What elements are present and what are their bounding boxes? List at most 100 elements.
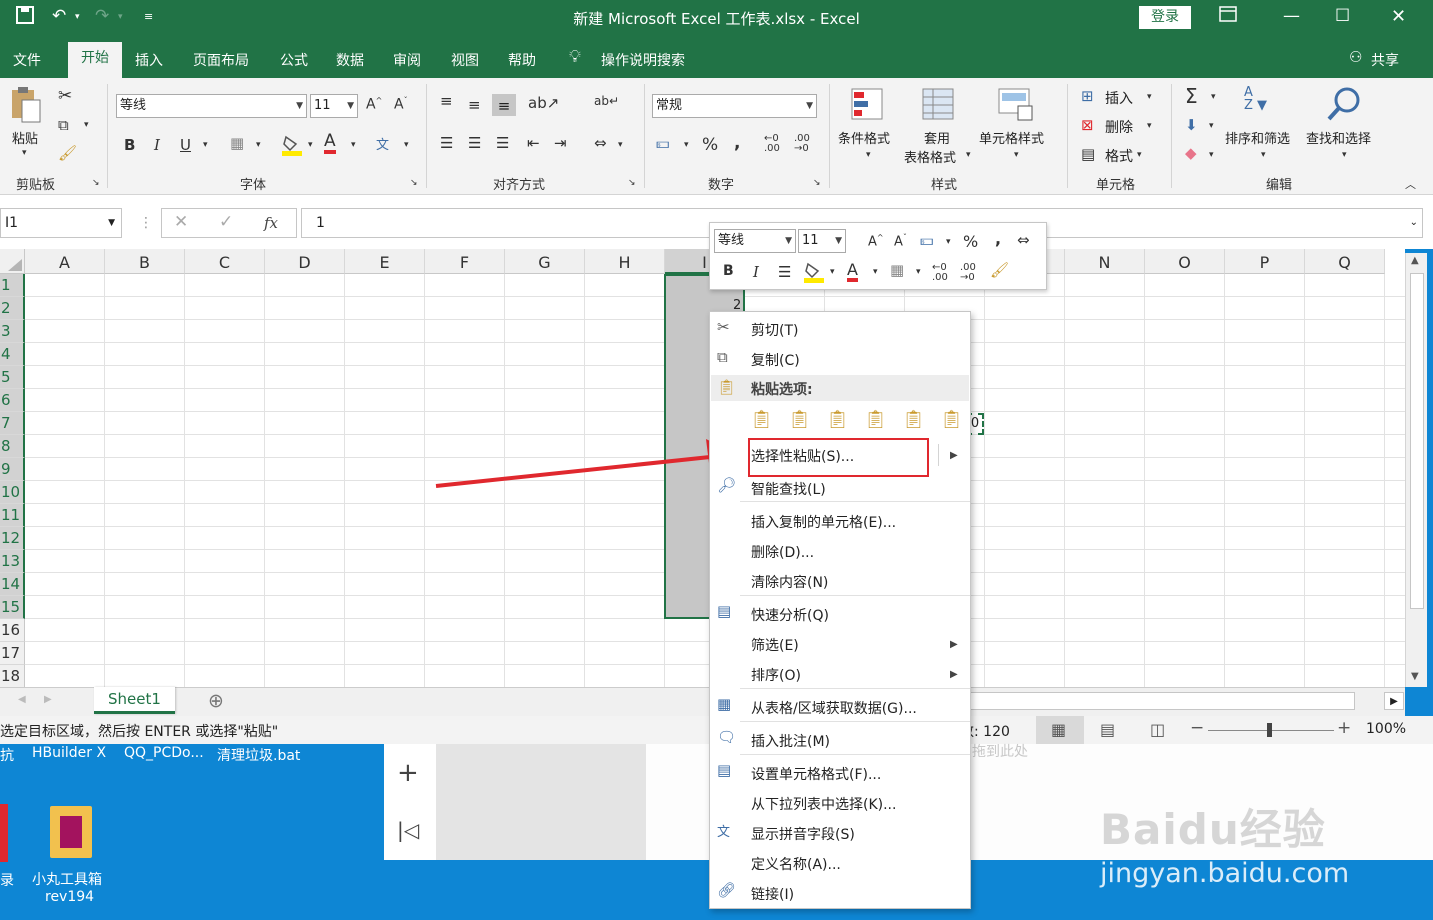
next-sheet-icon[interactable]: ▶ [44,694,52,705]
paste-values-icon[interactable]: 📋︎ [788,409,811,430]
tell-me-search[interactable]: 操作说明搜索 [601,50,685,70]
align-bottom-icon[interactable]: ≡ [492,94,516,116]
collapse-ribbon-icon[interactable]: ︿ [1405,176,1416,192]
merge-dropdown-icon[interactable]: ▾ [618,140,623,150]
percent-button[interactable]: % [702,135,718,155]
menu-item-link[interactable]: 链接(I) [751,884,794,904]
conditional-format-button[interactable]: 条件格式 [838,128,890,147]
tab-page-layout[interactable]: 页面布局 [193,50,249,70]
mini-format-painter-icon[interactable]: 🖌︎ [990,261,1009,279]
sort-filter-button[interactable]: 排序和筛选 [1225,128,1290,147]
scroll-up-icon[interactable]: ▲ [1411,255,1419,266]
comma-button[interactable]: , [734,133,740,153]
horizontal-scrollbar[interactable] [970,692,1355,710]
mini-border-dropdown-icon[interactable]: ▾ [916,267,921,277]
menu-item-sort[interactable]: 排序(O) [751,665,801,685]
zoom-level[interactable]: 100% [1366,721,1406,737]
sort-filter-dropdown-icon[interactable]: ▾ [1261,150,1266,160]
insert-dropdown-icon[interactable]: ▾ [1147,92,1152,102]
col-header-f[interactable]: F [425,249,505,274]
maximize-icon[interactable]: ☐ [1335,6,1350,26]
mini-shrink-font-icon[interactable]: Aˇ [894,233,907,249]
wrap-text-icon[interactable]: ab↵ [594,94,619,108]
mini-accounting-dropdown-icon[interactable]: ▾ [946,237,951,247]
font-name-combo[interactable]: 等线 ▼ [116,94,307,118]
col-header-d[interactable]: D [265,249,345,274]
cell-styles-icon[interactable] [998,88,1034,126]
col-header-g[interactable]: G [505,249,585,274]
tab-formulas[interactable]: 公式 [280,50,308,70]
find-select-dropdown-icon[interactable]: ▾ [1342,150,1347,160]
format-as-table-label-1[interactable]: 套用 [924,128,950,147]
tab-file[interactable]: 文件 [13,50,41,70]
add-icon[interactable]: + [397,758,419,788]
tab-home[interactable]: 开始 [68,42,122,79]
number-launcher-icon[interactable]: ↘ [813,178,821,188]
menu-item-phonetic[interactable]: 显示拼音字段(S) [751,824,855,844]
row-header-7[interactable]: 7 [0,412,25,435]
ribbon-display-icon[interactable] [1219,6,1237,27]
increase-indent-icon[interactable]: ⇥ [554,134,567,152]
zoom-out-icon[interactable]: − [1190,718,1204,738]
conditional-dropdown-icon[interactable]: ▾ [866,150,871,160]
clipboard-launcher-icon[interactable]: ↘ [92,178,100,188]
format-cells-button[interactable]: 格式 [1105,146,1133,166]
tab-view[interactable]: 视图 [451,50,479,70]
accounting-icon[interactable]: 💵︎ [656,134,670,152]
menu-item-define-name[interactable]: 定义名称(A)... [751,854,841,874]
mini-font-color-dropdown-icon[interactable]: ▾ [873,267,878,277]
find-select-button[interactable]: 查找和选择 [1306,128,1371,147]
number-format-combo[interactable]: 常规 ▼ [652,94,817,118]
cell-styles-button[interactable]: 单元格样式 [979,128,1044,147]
taskbar-item-0[interactable]: 抗 [0,745,14,765]
vertical-scrollbar[interactable]: ▲ ▼ [1405,253,1427,687]
menu-item-get-data[interactable]: 从表格/区域获取数据(G)... [751,698,917,718]
row-header-13[interactable]: 13 [0,550,25,573]
name-box[interactable]: I1 ▼ [0,208,122,238]
row-header-6[interactable]: 6 [0,389,25,412]
mini-accounting-icon[interactable]: 💵︎ [920,231,934,249]
col-header-h[interactable]: H [585,249,665,274]
menu-item-delete[interactable]: 删除(D)... [751,542,814,562]
normal-view-button[interactable]: ▦ [1036,716,1084,744]
expand-formula-icon[interactable]: ⌄ [1410,209,1418,237]
delete-dropdown-icon[interactable]: ▾ [1147,121,1152,131]
clear-icon[interactable]: ◆ [1185,144,1197,162]
insert-cells-button[interactable]: 插入 [1105,88,1133,108]
cancel-icon[interactable]: ✕ [174,212,188,232]
col-header-e[interactable]: E [345,249,425,274]
mini-percent-button[interactable]: % [963,232,978,251]
tab-review[interactable]: 审阅 [393,50,421,70]
scroll-right-icon[interactable]: ▶ [1384,692,1404,710]
menu-item-insert-comment[interactable]: 插入批注(M) [751,731,830,751]
delete-cells-button[interactable]: 删除 [1105,117,1133,137]
paste-formatting-icon[interactable]: 📋︎ [902,409,925,430]
format-dropdown-icon[interactable]: ▾ [1137,150,1142,160]
fill-icon[interactable]: ⬇ [1185,116,1198,134]
shrink-font-icon[interactable]: Aˇ [394,96,408,113]
close-icon[interactable]: ✕ [1391,6,1406,27]
conditional-format-icon[interactable] [851,88,887,126]
row-header-3[interactable]: 3 [0,320,25,343]
orientation-icon[interactable]: ab↗ [528,94,559,112]
minimize-icon[interactable]: — [1283,6,1300,26]
col-header-c[interactable]: C [185,249,265,274]
row-header-18[interactable]: 18 [0,665,25,687]
insert-function-button[interactable]: fx [264,214,278,232]
decrease-decimal-icon[interactable]: .00 →0 [794,134,810,154]
menu-item-quick-analysis[interactable]: 快速分析(Q) [751,605,829,625]
format-as-table-label-2[interactable]: 表格格式 [904,147,956,166]
bold-button[interactable]: B [124,136,135,154]
phonetic-icon[interactable]: 文 [376,134,389,153]
enter-icon[interactable]: ✓ [219,212,233,232]
font-size-combo[interactable]: 11 ▼ [310,94,358,118]
menu-item-paste-special[interactable]: 选择性粘贴(S)... [751,446,854,466]
row-header-4[interactable]: 4 [0,343,25,366]
format-painter-icon[interactable]: 🖌︎ [58,144,77,162]
paste-link-icon[interactable]: 📋︎ [940,409,963,430]
underline-dropdown-icon[interactable]: ▾ [203,140,208,150]
copy-dropdown-icon[interactable]: ▾ [84,120,89,130]
menu-item-pick-list[interactable]: 从下拉列表中选择(K)... [751,794,896,814]
cut-icon[interactable]: ✂ [58,86,72,106]
mini-italic-icon[interactable]: I [753,263,759,281]
